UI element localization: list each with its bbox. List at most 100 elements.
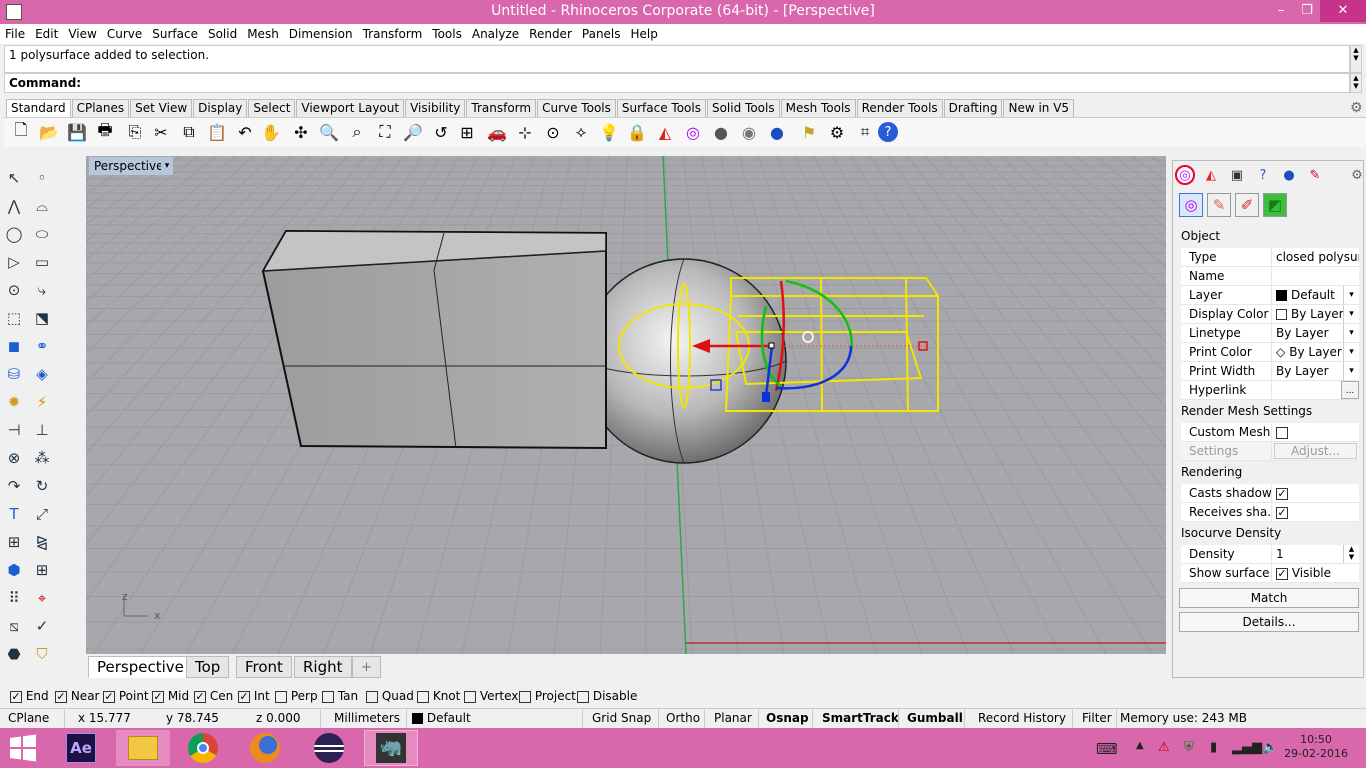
status-osnap[interactable]: Osnap: [766, 711, 809, 725]
properties-tab-icon[interactable]: ◎: [1175, 165, 1195, 185]
menu-transform[interactable]: Transform: [358, 24, 428, 44]
signal-icon[interactable]: ▂▄▆: [1232, 740, 1262, 755]
prop-row-casts-shadows[interactable]: Casts shadows ✓: [1181, 484, 1359, 503]
menu-solid[interactable]: Solid: [203, 24, 242, 44]
rhino-taskbar-icon[interactable]: 🦏: [364, 730, 418, 766]
box-icon[interactable]: ◼: [2, 334, 26, 358]
cplane-icon[interactable]: ⊙: [542, 121, 564, 143]
ungroup-icon[interactable]: ⁂: [30, 446, 54, 470]
fillet-icon[interactable]: ⤷: [30, 278, 54, 302]
tab-visibility[interactable]: Visibility: [405, 99, 466, 117]
surface-icon[interactable]: ⬚: [2, 306, 26, 330]
tab-cplanes[interactable]: CPlanes: [71, 99, 130, 117]
osnap-int[interactable]: ✓ Int: [238, 689, 270, 703]
prop-row-print-width[interactable]: Print Width By Layer ▾: [1181, 362, 1359, 381]
pan-hand-icon[interactable]: ✋: [260, 121, 282, 143]
command-prompt[interactable]: Command:: [4, 73, 1350, 93]
tab-solid-tools[interactable]: Solid Tools: [706, 99, 780, 117]
decal-icon[interactable]: ✐: [1235, 193, 1259, 217]
osnap-icon[interactable]: ⟡: [570, 121, 592, 143]
lock-icon[interactable]: 🔒: [626, 121, 648, 143]
casts-shadows-checkbox[interactable]: ✓: [1276, 487, 1288, 500]
viewport-scene[interactable]: z x: [86, 156, 1166, 654]
layers-tab-icon[interactable]: ◭: [1201, 165, 1221, 185]
command-line-scrollbar[interactable]: ▲ ▼: [1350, 73, 1362, 93]
tab-standard[interactable]: Standard: [6, 99, 71, 117]
details-button[interactable]: Details...: [1179, 612, 1359, 632]
toolbar-options-gear-icon[interactable]: ⚙: [1350, 100, 1363, 116]
menu-tools[interactable]: Tools: [427, 24, 467, 44]
menu-help[interactable]: Help: [626, 24, 663, 44]
menu-file[interactable]: File: [0, 24, 30, 44]
prop-row-name[interactable]: Name: [1181, 267, 1359, 286]
density-spinner[interactable]: ▲ ▼: [1343, 545, 1359, 563]
prop-row-density[interactable]: Density 1 ▲ ▼: [1181, 545, 1359, 564]
status-units[interactable]: Millimeters: [334, 711, 400, 725]
rotate-view-icon[interactable]: ✣: [290, 121, 312, 143]
layers-icon[interactable]: ◭: [654, 121, 676, 143]
rectangle-icon[interactable]: ▭: [30, 250, 54, 274]
tab-set-view[interactable]: Set View: [130, 99, 193, 117]
snap-icon[interactable]: ⌖: [30, 586, 54, 610]
split-icon[interactable]: ⚡: [30, 390, 54, 414]
rotate-icon[interactable]: ↻: [30, 474, 54, 498]
group-icon[interactable]: ⊗: [2, 446, 26, 470]
help-tab-icon[interactable]: ?: [1253, 165, 1273, 185]
command-history-scrollbar[interactable]: ▲ ▼: [1350, 45, 1362, 73]
osnap-knot[interactable]: Knot: [417, 689, 460, 703]
battery-icon[interactable]: ▮: [1210, 740, 1217, 755]
zoom-icon[interactable]: 🔍: [318, 121, 340, 143]
four-viewports-icon[interactable]: ⊞: [456, 121, 478, 143]
linetype-dropdown-icon[interactable]: ▾: [1343, 324, 1359, 342]
osnap-vertex[interactable]: Vertex: [464, 689, 518, 703]
grid-array-icon[interactable]: ⠿: [2, 586, 26, 610]
tab-new-in-v5[interactable]: New in V5: [1003, 99, 1075, 117]
status-grid-snap[interactable]: Grid Snap: [592, 711, 651, 725]
mesh-icon[interactable]: ◈: [30, 362, 54, 386]
tab-drafting[interactable]: Drafting: [943, 99, 1003, 117]
extrude-icon[interactable]: ⬔: [30, 306, 54, 330]
custom-mesh-checkbox[interactable]: [1276, 426, 1288, 439]
array-icon[interactable]: ⊞: [2, 530, 26, 554]
eclipse-icon[interactable]: [306, 730, 352, 766]
object-properties-icon[interactable]: ◎: [1179, 193, 1203, 217]
viewport-title[interactable]: Perspective: [89, 157, 169, 175]
panel-options-gear-icon[interactable]: ⚙: [1347, 165, 1366, 185]
osnap-end[interactable]: ✓ End: [10, 689, 49, 703]
menu-view[interactable]: View: [63, 24, 101, 44]
tab-render-tools[interactable]: Render Tools: [856, 99, 943, 117]
curve-control-points-icon[interactable]: ⌓: [30, 194, 54, 218]
texture-mapping-icon[interactable]: ◩: [1263, 193, 1287, 217]
receives-shadows-checkbox[interactable]: ✓: [1276, 506, 1288, 519]
trim-icon[interactable]: ⊣: [2, 418, 26, 442]
prop-row-hyperlink[interactable]: Hyperlink ...: [1181, 381, 1359, 400]
menu-curve[interactable]: Curve: [102, 24, 147, 44]
menu-panels[interactable]: Panels: [577, 24, 626, 44]
perspective-viewport[interactable]: z x Perspective ▾: [86, 156, 1166, 654]
ellipse-icon[interactable]: ⬭: [30, 222, 54, 246]
help-icon[interactable]: ?: [878, 122, 898, 142]
prop-row-display-color[interactable]: Display Color By Layer ▾: [1181, 305, 1359, 324]
print-color-dropdown-icon[interactable]: ▾: [1343, 343, 1359, 361]
undo-view-icon[interactable]: ↺: [430, 121, 452, 143]
material-icon[interactable]: ✎: [1207, 193, 1231, 217]
prop-row-custom-mesh[interactable]: Custom Mesh: [1181, 423, 1359, 442]
prop-row-receives-shadows[interactable]: Receives sha... ✓: [1181, 503, 1359, 522]
windows-start-icon[interactable]: [0, 730, 46, 766]
network-error-icon[interactable]: ⚠: [1158, 740, 1170, 755]
cylinder-icon[interactable]: ⛁: [2, 362, 26, 386]
prop-row-layer[interactable]: Layer Default ▾: [1181, 286, 1359, 305]
adjust-button[interactable]: Adjust...: [1274, 443, 1357, 459]
display-color-dropdown-icon[interactable]: ▾: [1343, 305, 1359, 323]
light-bulb-icon[interactable]: 💡: [598, 121, 620, 143]
system-clock[interactable]: 10:50 29-02-2016: [1284, 733, 1348, 761]
firefox-icon[interactable]: [242, 730, 288, 766]
show-hidden-icons-icon[interactable]: ▲: [1136, 740, 1144, 751]
tab-viewport-layout[interactable]: Viewport Layout: [296, 99, 405, 117]
menu-dimension[interactable]: Dimension: [284, 24, 358, 44]
tab-curve-tools[interactable]: Curve Tools: [537, 99, 616, 117]
tab-display[interactable]: Display: [193, 99, 248, 117]
join-icon[interactable]: ⊥: [30, 418, 54, 442]
paste-icon[interactable]: 📋: [206, 121, 228, 143]
tab-select[interactable]: Select: [248, 99, 296, 117]
